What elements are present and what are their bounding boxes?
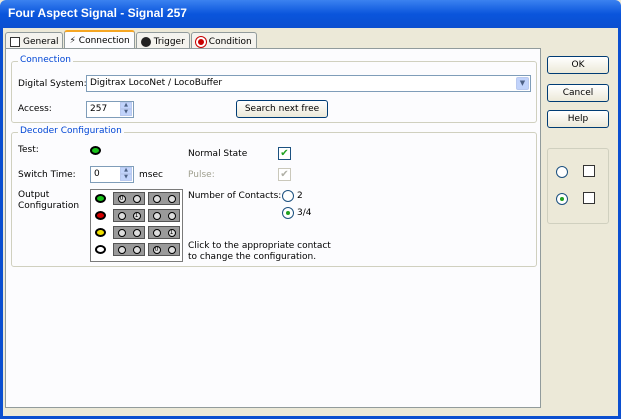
contacts-2-radio[interactable] bbox=[282, 190, 294, 202]
output-configuration-grid: 0 1 1 0 bbox=[90, 189, 183, 262]
view-detail-radio[interactable] bbox=[556, 193, 568, 205]
number-of-contacts-label: Number of Contacts: bbox=[188, 191, 282, 201]
condition-icon bbox=[195, 36, 206, 47]
config-cell-3b[interactable]: 1 bbox=[148, 226, 180, 239]
red-led-icon bbox=[95, 211, 106, 220]
view-mode-group bbox=[547, 148, 609, 224]
test-led-icon[interactable] bbox=[90, 146, 101, 155]
cancel-label: Cancel bbox=[562, 88, 594, 98]
help-button[interactable]: Help bbox=[547, 110, 609, 128]
tab-connection[interactable]: ⚡ Connection bbox=[64, 30, 135, 50]
configuration-hint: Click to the appropriate contact to chan… bbox=[188, 241, 331, 262]
search-next-free-label: Search next free bbox=[244, 104, 320, 114]
connection-icon: ⚡ bbox=[69, 36, 76, 46]
config-cell-2b[interactable] bbox=[148, 209, 180, 222]
config-cell-1a[interactable]: 0 bbox=[113, 192, 145, 205]
list-icon bbox=[583, 165, 595, 177]
contacts-34-label: 3/4 bbox=[297, 208, 312, 218]
title-bar: Four Aspect Signal - Signal 257 bbox=[0, 0, 621, 28]
switch-time-value: 0 bbox=[94, 169, 100, 179]
ok-label: OK bbox=[571, 60, 585, 70]
switch-time-input[interactable]: 0 ▲ ▼ bbox=[90, 166, 134, 183]
cancel-button[interactable]: Cancel bbox=[547, 84, 609, 102]
output-configuration-label: Output Configuration bbox=[18, 190, 80, 211]
trigger-icon bbox=[140, 36, 151, 47]
decoder-group-label: Decoder Configuration bbox=[18, 126, 124, 136]
tab-trigger-label: Trigger bbox=[153, 36, 185, 47]
config-cell-2a[interactable]: 1 bbox=[113, 209, 145, 222]
config-cell-4b[interactable]: 0 bbox=[148, 243, 180, 256]
contacts-2-label: 2 bbox=[297, 191, 303, 201]
general-icon bbox=[10, 36, 20, 47]
pulse-checkbox[interactable]: ✔ bbox=[278, 168, 291, 181]
access-label: Access: bbox=[18, 104, 52, 114]
chevron-down-icon[interactable]: ▼ bbox=[516, 77, 529, 90]
white-led-icon bbox=[95, 245, 106, 254]
test-label: Test: bbox=[18, 145, 39, 155]
normal-state-label: Normal State bbox=[188, 149, 248, 159]
contacts-34-radio[interactable] bbox=[282, 207, 294, 219]
config-cell-1b[interactable] bbox=[148, 192, 180, 205]
help-label: Help bbox=[567, 114, 589, 124]
view-list-radio[interactable] bbox=[556, 166, 568, 178]
switch-time-spinner[interactable]: ▲ ▼ bbox=[120, 167, 132, 182]
normal-state-checkbox[interactable]: ✔ bbox=[278, 147, 291, 160]
search-next-free-button[interactable]: Search next free bbox=[236, 100, 328, 118]
green-led-icon bbox=[95, 194, 106, 203]
tab-connection-label: Connection bbox=[78, 36, 130, 46]
config-cell-4a[interactable] bbox=[113, 243, 145, 256]
pulse-label: Pulse: bbox=[188, 170, 215, 180]
access-spinner[interactable]: ▲ ▼ bbox=[120, 102, 132, 117]
digital-system-label: Digital System: bbox=[18, 79, 87, 89]
window-title: Four Aspect Signal - Signal 257 bbox=[8, 6, 187, 20]
yellow-led-icon bbox=[95, 228, 106, 237]
multi-window-icon bbox=[583, 192, 595, 204]
switch-time-unit: msec bbox=[139, 170, 163, 180]
tab-strip: General ⚡ Connection Trigger Condition bbox=[5, 30, 258, 50]
ok-button[interactable]: OK bbox=[547, 56, 609, 74]
access-input[interactable]: 257 ▲ ▼ bbox=[86, 101, 134, 118]
tab-general-label: General bbox=[23, 36, 59, 47]
connection-group-label: Connection bbox=[18, 55, 73, 65]
access-value: 257 bbox=[90, 104, 108, 114]
config-cell-3a[interactable] bbox=[113, 226, 145, 239]
switch-time-label: Switch Time: bbox=[18, 170, 76, 180]
digital-system-select[interactable]: Digitrax LocoNet / LocoBuffer ▼ bbox=[86, 75, 531, 92]
connection-panel: Connection Digital System: Digitrax Loco… bbox=[5, 48, 541, 408]
digital-system-value: Digitrax LocoNet / LocoBuffer bbox=[90, 78, 223, 88]
tab-condition-label: Condition bbox=[208, 36, 252, 47]
